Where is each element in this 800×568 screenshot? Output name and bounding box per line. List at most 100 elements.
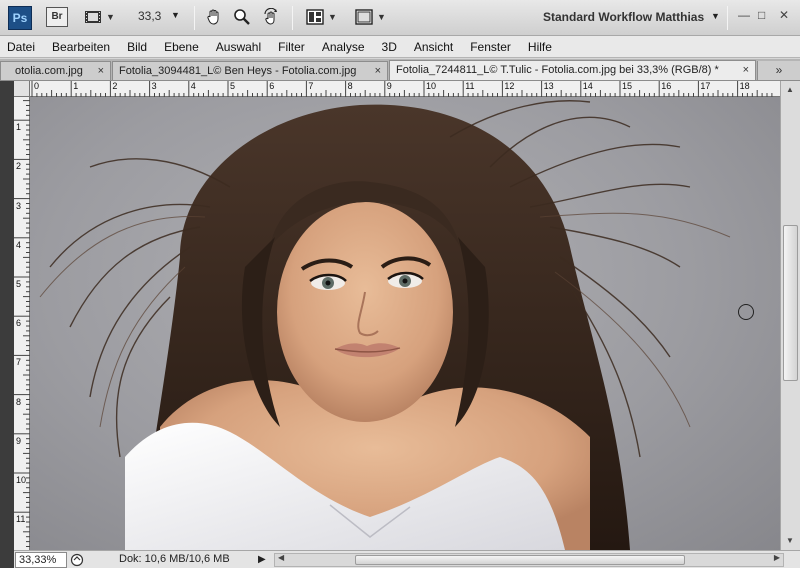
application-bar: Ps Br ▼ 33,3 ▼ ▼ ▼ Standard Workflow Mat…: [0, 0, 800, 36]
ruler-tick-label: 9: [16, 435, 22, 446]
ruler-tick-label: 11: [16, 514, 26, 525]
ruler-tick-label: 17: [700, 81, 711, 91]
menu-filter[interactable]: Filter: [278, 40, 305, 54]
document-status-icon[interactable]: [70, 553, 84, 567]
ruler-tick-label: 8: [16, 396, 22, 407]
chevron-down-icon: ▼: [377, 12, 386, 22]
ruler-origin[interactable]: [14, 81, 30, 97]
arrange-documents-button[interactable]: ▼: [306, 7, 337, 27]
menu-select[interactable]: Auswahl: [216, 40, 261, 54]
ruler-tick-label: 7: [16, 357, 22, 368]
ruler-tick-label: 11: [465, 81, 475, 91]
ruler-tick-label: 6: [16, 318, 22, 329]
ruler-tick-label: 5: [16, 279, 22, 289]
menu-image[interactable]: Bild: [127, 40, 147, 54]
screen-mode-icon: [355, 9, 373, 25]
ruler-tick-label: 9: [386, 81, 392, 91]
menu-help[interactable]: Hilfe: [528, 40, 552, 54]
status-menu-arrow-icon[interactable]: ▶: [258, 554, 266, 565]
ruler-tick-label: 4: [190, 81, 196, 91]
restore-button[interactable]: □: [758, 8, 765, 22]
tab-overflow-button[interactable]: »: [757, 61, 800, 80]
horizontal-ruler[interactable]: 0 1 2 3 4 5 6 7 8 9 10 11 12 13 14 15 16 17 18: [30, 81, 780, 97]
ruler-tick-label: 0: [34, 81, 40, 91]
scroll-down-arrow-icon[interactable]: ▼: [786, 536, 794, 545]
status-bar: 33,33% Dok: 10,6 MB/10,6 MB ▶ ◀ ▶: [14, 550, 800, 568]
close-tab-icon[interactable]: ×: [375, 62, 381, 80]
menu-file[interactable]: Datei: [7, 40, 35, 54]
menu-layer[interactable]: Ebene: [164, 40, 199, 54]
menu-view[interactable]: Ansicht: [414, 40, 453, 54]
rotate-view-tool-button[interactable]: [262, 7, 280, 27]
toolbar-divider: [727, 6, 728, 30]
ruler-tick-label: 8: [347, 81, 353, 91]
menu-analysis[interactable]: Analyse: [322, 40, 365, 54]
screen-mode-button[interactable]: ▼: [84, 7, 115, 27]
close-tab-icon[interactable]: ×: [98, 62, 104, 80]
scroll-up-arrow-icon[interactable]: ▲: [786, 85, 794, 94]
screen-mode-menu-button[interactable]: ▼: [355, 7, 386, 27]
vertical-scrollbar-thumb[interactable]: [783, 225, 798, 381]
workspace-chevron-down-icon[interactable]: ▼: [711, 11, 720, 21]
document-canvas[interactable]: [30, 97, 780, 550]
tab-label: Fotolia_7244811_L© T.Tulic - Fotolia.com…: [396, 64, 719, 76]
ruler-tick-label: 1: [73, 81, 79, 91]
menu-window[interactable]: Fenster: [470, 40, 511, 54]
ruler-tick-label: 13: [543, 81, 554, 91]
ruler-tick-label: 7: [308, 81, 314, 91]
workspace-switcher[interactable]: Standard Workflow Matthias: [543, 10, 704, 24]
zoom-tool-button[interactable]: [233, 7, 251, 27]
ruler-tick-label: 10: [16, 475, 27, 485]
close-tab-icon[interactable]: ×: [743, 61, 749, 80]
ruler-tick-label: 16: [661, 81, 672, 91]
ruler-tick-label: 4: [16, 239, 22, 250]
horizontal-scrollbar[interactable]: ◀ ▶: [274, 553, 784, 567]
vertical-ruler[interactable]: 1 2 3 4 5 6 7 8 9 10 11: [14, 97, 30, 550]
ruler-tick-label: 2: [16, 161, 22, 172]
ruler-tick-label: 2: [112, 81, 118, 91]
document-tab[interactable]: otolia.com.jpg ×: [0, 61, 111, 80]
scroll-right-arrow-icon[interactable]: ▶: [774, 553, 780, 562]
vertical-scrollbar[interactable]: ▲ ▼: [780, 81, 800, 550]
ruler-tick-label: 5: [230, 81, 236, 91]
zoom-percentage-field[interactable]: 33,33%: [15, 552, 67, 568]
chevron-down-icon: ▼: [328, 12, 337, 22]
chevron-down-icon: ▼: [106, 12, 115, 22]
photoshop-logo[interactable]: Ps: [8, 6, 32, 30]
menu-3d[interactable]: 3D: [382, 40, 397, 54]
hand-tool-button[interactable]: [205, 7, 223, 27]
scroll-left-arrow-icon[interactable]: ◀: [278, 553, 284, 562]
tab-label: Fotolia_3094481_L© Ben Heys - Fotolia.co…: [119, 65, 357, 77]
ruler-tick-label: 12: [504, 81, 515, 91]
menu-bar: Datei Bearbeiten Bild Ebene Auswahl Filt…: [0, 36, 800, 58]
horizontal-scrollbar-thumb[interactable]: [355, 555, 685, 565]
ruler-tick-label: 6: [269, 81, 275, 91]
film-strip-icon: [85, 11, 101, 23]
brush-cursor-circle: [738, 304, 754, 320]
document-tab-active[interactable]: Fotolia_7244811_L© T.Tulic - Fotolia.com…: [389, 60, 756, 80]
zoom-level-field[interactable]: 33,3: [138, 9, 161, 23]
ruler-tick-label: 1: [16, 122, 22, 133]
zoom-dropdown-chevron-icon[interactable]: ▼: [171, 10, 180, 20]
ruler-tick-label: 15: [622, 81, 633, 91]
menu-edit[interactable]: Bearbeiten: [52, 40, 110, 54]
launch-bridge-button[interactable]: Br: [46, 7, 68, 27]
document-tab-bar: otolia.com.jpg × Fotolia_3094481_L© Ben …: [0, 59, 800, 81]
tool-panel-edge: [0, 81, 14, 568]
toolbar-divider: [292, 6, 293, 30]
document-size-info: Dok: 10,6 MB/10,6 MB: [119, 553, 230, 565]
document-tab[interactable]: Fotolia_3094481_L© Ben Heys - Fotolia.co…: [112, 61, 388, 80]
tab-label: otolia.com.jpg: [15, 65, 83, 77]
arrange-documents-icon: [306, 9, 324, 25]
ruler-tick-label: 10: [426, 81, 437, 91]
ruler-tick-label: 18: [739, 81, 750, 91]
ruler-tick-label: 14: [582, 81, 593, 91]
portrait-photo: [39, 100, 731, 550]
hand-icon: [207, 9, 219, 25]
magnifier-icon: [234, 9, 250, 25]
close-button[interactable]: ✕: [779, 8, 789, 22]
ruler-tick-label: 3: [16, 200, 22, 211]
ruler-tick-label: 3: [151, 81, 157, 91]
toolbar-divider: [194, 6, 195, 30]
minimize-button[interactable]: —: [738, 8, 750, 22]
